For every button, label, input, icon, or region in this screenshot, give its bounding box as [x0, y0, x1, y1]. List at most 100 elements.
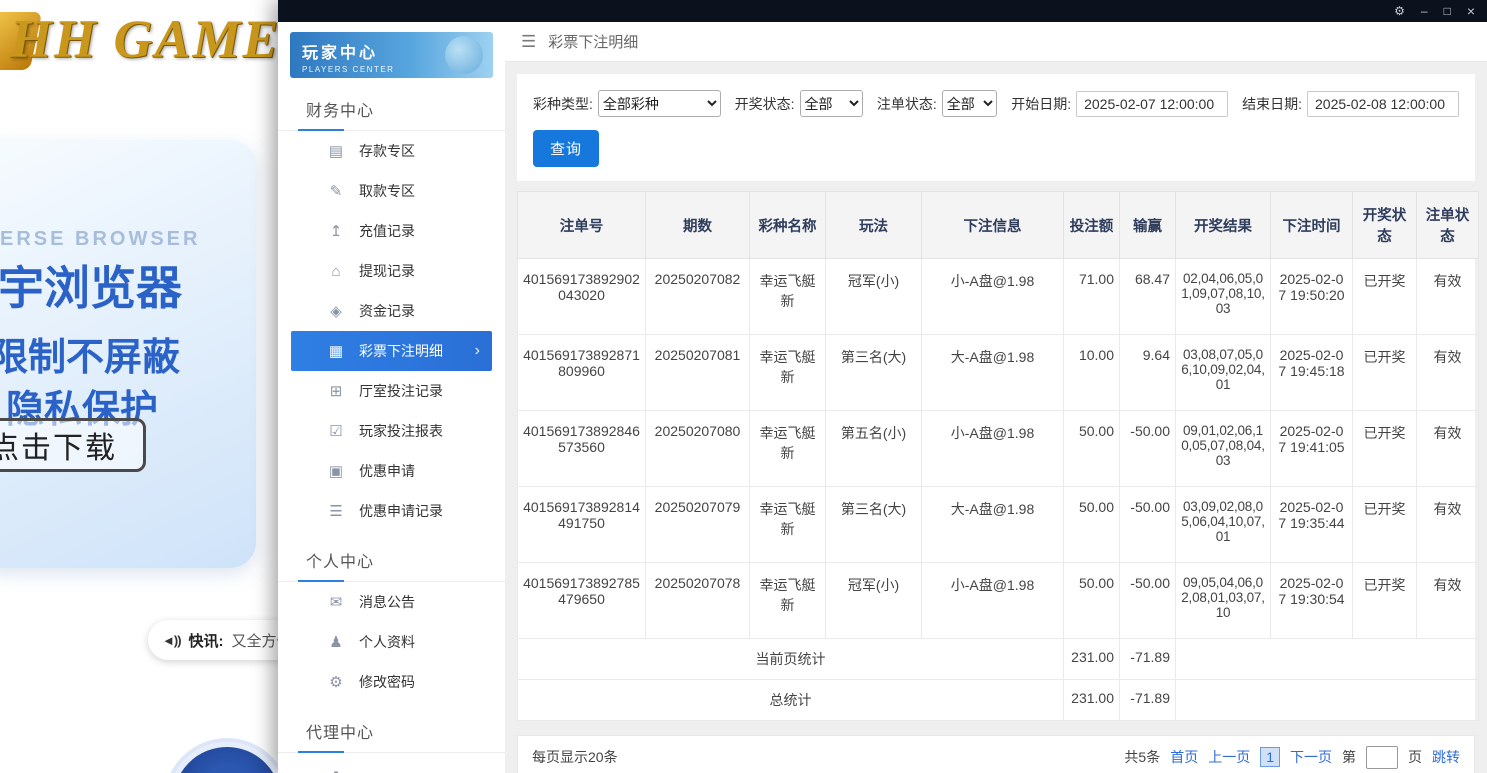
page-jump-input[interactable] — [1366, 745, 1398, 769]
message-icon: ✉ — [329, 594, 343, 611]
draw-status-select[interactable]: 全部 — [799, 90, 863, 117]
cell-draw-status: 已开奖 — [1352, 562, 1417, 639]
col-bet-info: 下注信息 — [921, 191, 1064, 259]
cell-draw-status: 已开奖 — [1352, 334, 1417, 411]
download-button[interactable]: 点击下载 — [0, 418, 146, 472]
col-period: 期数 — [645, 191, 750, 259]
cell-bet-time: 2025-02-07 19:50:20 — [1270, 258, 1353, 335]
sidebar: 玩家中心 PLAYERS CENTER 财务中心 ▤ 存款专区 ✎ 取款专区 ↥… — [278, 22, 505, 773]
sidebar-item-deposit-zone[interactable]: ▤ 存款专区 — [291, 131, 492, 171]
sidebar-item-label: 取款专区 — [359, 183, 415, 199]
section-personal-center: 个人中心 — [278, 539, 505, 582]
jump-button[interactable]: 跳转 — [1432, 747, 1460, 767]
cell-win-loss: -50.00 — [1119, 486, 1176, 563]
bottom-logo-circle — [168, 742, 286, 773]
cell-order-status: 有效 — [1416, 486, 1479, 563]
withdraw-records-icon: ⌂ — [331, 262, 341, 280]
cell-win-loss: -50.00 — [1119, 562, 1176, 639]
minimize-icon[interactable]: – — [1421, 5, 1428, 17]
cell-amount: 50.00 — [1063, 562, 1120, 639]
pagination-bar: 每页显示20条 共5条 首页 上一页 1 下一页 第 页 跳转 — [517, 735, 1475, 773]
sidebar-item-promo-apply-records[interactable]: ☰ 优惠申请记录 — [291, 491, 492, 531]
sidebar-item-funds-records[interactable]: ◈ 资金记录 — [291, 291, 492, 331]
download-button-label: 点击下载 — [0, 432, 117, 465]
cell-order-no: 401569173892871809960 — [517, 334, 646, 411]
cell-result: 03,08,07,05,06,10,09,02,04,01 — [1175, 334, 1271, 411]
partial-item-icon: ▪ — [333, 764, 339, 773]
cell-amount: 10.00 — [1063, 334, 1120, 411]
cell-order-no: 401569173892846573560 — [517, 410, 646, 487]
cell-draw-status: 已开奖 — [1352, 258, 1417, 335]
col-win-loss: 输赢 — [1119, 191, 1176, 259]
prev-page-link[interactable]: 上一页 — [1208, 747, 1250, 767]
promo-feature-1: 限制不屏蔽 — [0, 337, 181, 379]
search-button[interactable]: 查询 — [533, 130, 600, 167]
hall-bet-icon: ⊞ — [329, 383, 343, 400]
cell-bet-info: 大-A盘@1.98 — [921, 486, 1064, 563]
sidebar-item-promo-apply[interactable]: ▣ 优惠申请 — [291, 451, 492, 491]
sidebar-item-personal-profile[interactable]: ♟ 个人资料 — [291, 622, 492, 662]
first-page-link[interactable]: 首页 — [1170, 747, 1198, 767]
start-date-label: 开始日期: — [1011, 95, 1072, 112]
next-page-link[interactable]: 下一页 — [1290, 747, 1332, 767]
sidebar-item-recharge-records[interactable]: ↥ 充值记录 — [291, 211, 492, 251]
cell-order-no: 401569173892785479650 — [517, 562, 646, 639]
sidebar-item-label: 修改密码 — [359, 674, 415, 690]
table-row: 401569173892902043020 20250207082 幸运飞艇新 … — [517, 258, 1479, 335]
start-date-input[interactable] — [1076, 90, 1229, 117]
cell-bet-time: 2025-02-07 19:45:18 — [1270, 334, 1353, 411]
maximize-icon[interactable]: □ — [1444, 5, 1451, 17]
cell-result: 09,01,02,06,10,05,07,08,04,03 — [1175, 410, 1271, 487]
cell-period: 20250207080 — [645, 410, 750, 487]
cell-bet-time: 2025-02-07 19:41:05 — [1270, 410, 1353, 487]
hamburger-menu-icon[interactable]: ☰ — [521, 32, 536, 52]
cell-order-status: 有效 — [1416, 334, 1479, 411]
order-status-label: 注单状态: — [876, 95, 937, 112]
bets-table: 注单号 期数 彩种名称 玩法 下注信息 投注额 输赢 开奖结果 下注时间 开奖状… — [517, 191, 1479, 721]
sidebar-item-player-bet-report[interactable]: ☑ 玩家投注报表 — [291, 411, 492, 451]
cell-result: 09,05,04,06,02,08,01,03,07,10 — [1175, 562, 1271, 639]
table-row: 401569173892871809960 20250207081 幸运飞艇新 … — [517, 334, 1479, 411]
sidebar-item-label: 资金记录 — [359, 303, 415, 319]
page-number-current[interactable]: 1 — [1260, 747, 1280, 767]
page-total-win-loss: -71.89 — [1119, 638, 1176, 680]
sidebar-item-withdraw-records[interactable]: ⌂ 提现记录 — [291, 251, 492, 291]
speaker-icon: ◄)) — [162, 632, 182, 648]
cell-bet-info: 大-A盘@1.98 — [921, 334, 1064, 411]
screen: HH GAME ERSE BROWSER 宇浏览器 限制不屏蔽 隐私保护 点击下… — [0, 0, 1487, 773]
cell-result: 03,09,02,08,05,06,04,10,07,01 — [1175, 486, 1271, 563]
order-status-select[interactable]: 全部 — [941, 90, 998, 117]
sidebar-item-withdraw-zone[interactable]: ✎ 取款专区 — [291, 171, 492, 211]
sidebar-item-change-password[interactable]: ⚙ 修改密码 — [291, 662, 492, 702]
lottery-bet-icon: ▦ — [328, 343, 344, 360]
close-icon[interactable]: × — [1467, 4, 1475, 18]
section-agent-center: 代理中心 — [278, 710, 505, 753]
cell-order-status: 有效 — [1416, 258, 1479, 335]
per-page-label: 每页显示20条 — [532, 749, 618, 765]
cell-order-no: 401569173892902043020 — [517, 258, 646, 335]
sidebar-item-partial[interactable]: ▪ — [291, 753, 492, 773]
col-lottery-name: 彩种名称 — [749, 191, 826, 259]
ticker-label: 快讯: — [188, 632, 224, 650]
end-date-input[interactable] — [1307, 90, 1459, 117]
col-amount: 投注额 — [1063, 191, 1120, 259]
cell-order-no: 401569173892814491750 — [517, 486, 646, 563]
sidebar-item-label: 彩票下注明细 — [359, 343, 443, 359]
content-area: 彩种类型: 全部彩种 开奖状态: 全部 注单状态: 全部 开始日期: 2025-… — [505, 62, 1487, 773]
profile-icon: ♟ — [329, 634, 343, 651]
window-titlebar: ⚙ – □ × — [278, 0, 1487, 22]
sidebar-item-lottery-bet-details[interactable]: ▦ 彩票下注明细 › — [291, 331, 492, 371]
col-order-status: 注单状态 — [1416, 191, 1479, 259]
cell-draw-status: 已开奖 — [1352, 486, 1417, 563]
panel-body: 玩家中心 PLAYERS CENTER 财务中心 ▤ 存款专区 ✎ 取款专区 ↥… — [278, 22, 1487, 773]
cell-amount: 50.00 — [1063, 410, 1120, 487]
content-header: ☰ 彩票下注明细 — [505, 22, 1487, 62]
password-icon: ⚙ — [329, 674, 343, 691]
page-total-empty — [1175, 638, 1479, 680]
sidebar-item-message-announcements[interactable]: ✉ 消息公告 — [291, 582, 492, 622]
promo-banner: ERSE BROWSER 宇浏览器 限制不屏蔽 隐私保护 点击下载 — [0, 140, 256, 568]
gear-icon[interactable]: ⚙ — [1394, 5, 1405, 17]
lottery-type-select[interactable]: 全部彩种 — [597, 90, 721, 117]
sidebar-header: 玩家中心 PLAYERS CENTER — [290, 32, 493, 78]
sidebar-item-hall-bet-records[interactable]: ⊞ 厅室投注记录 — [291, 371, 492, 411]
